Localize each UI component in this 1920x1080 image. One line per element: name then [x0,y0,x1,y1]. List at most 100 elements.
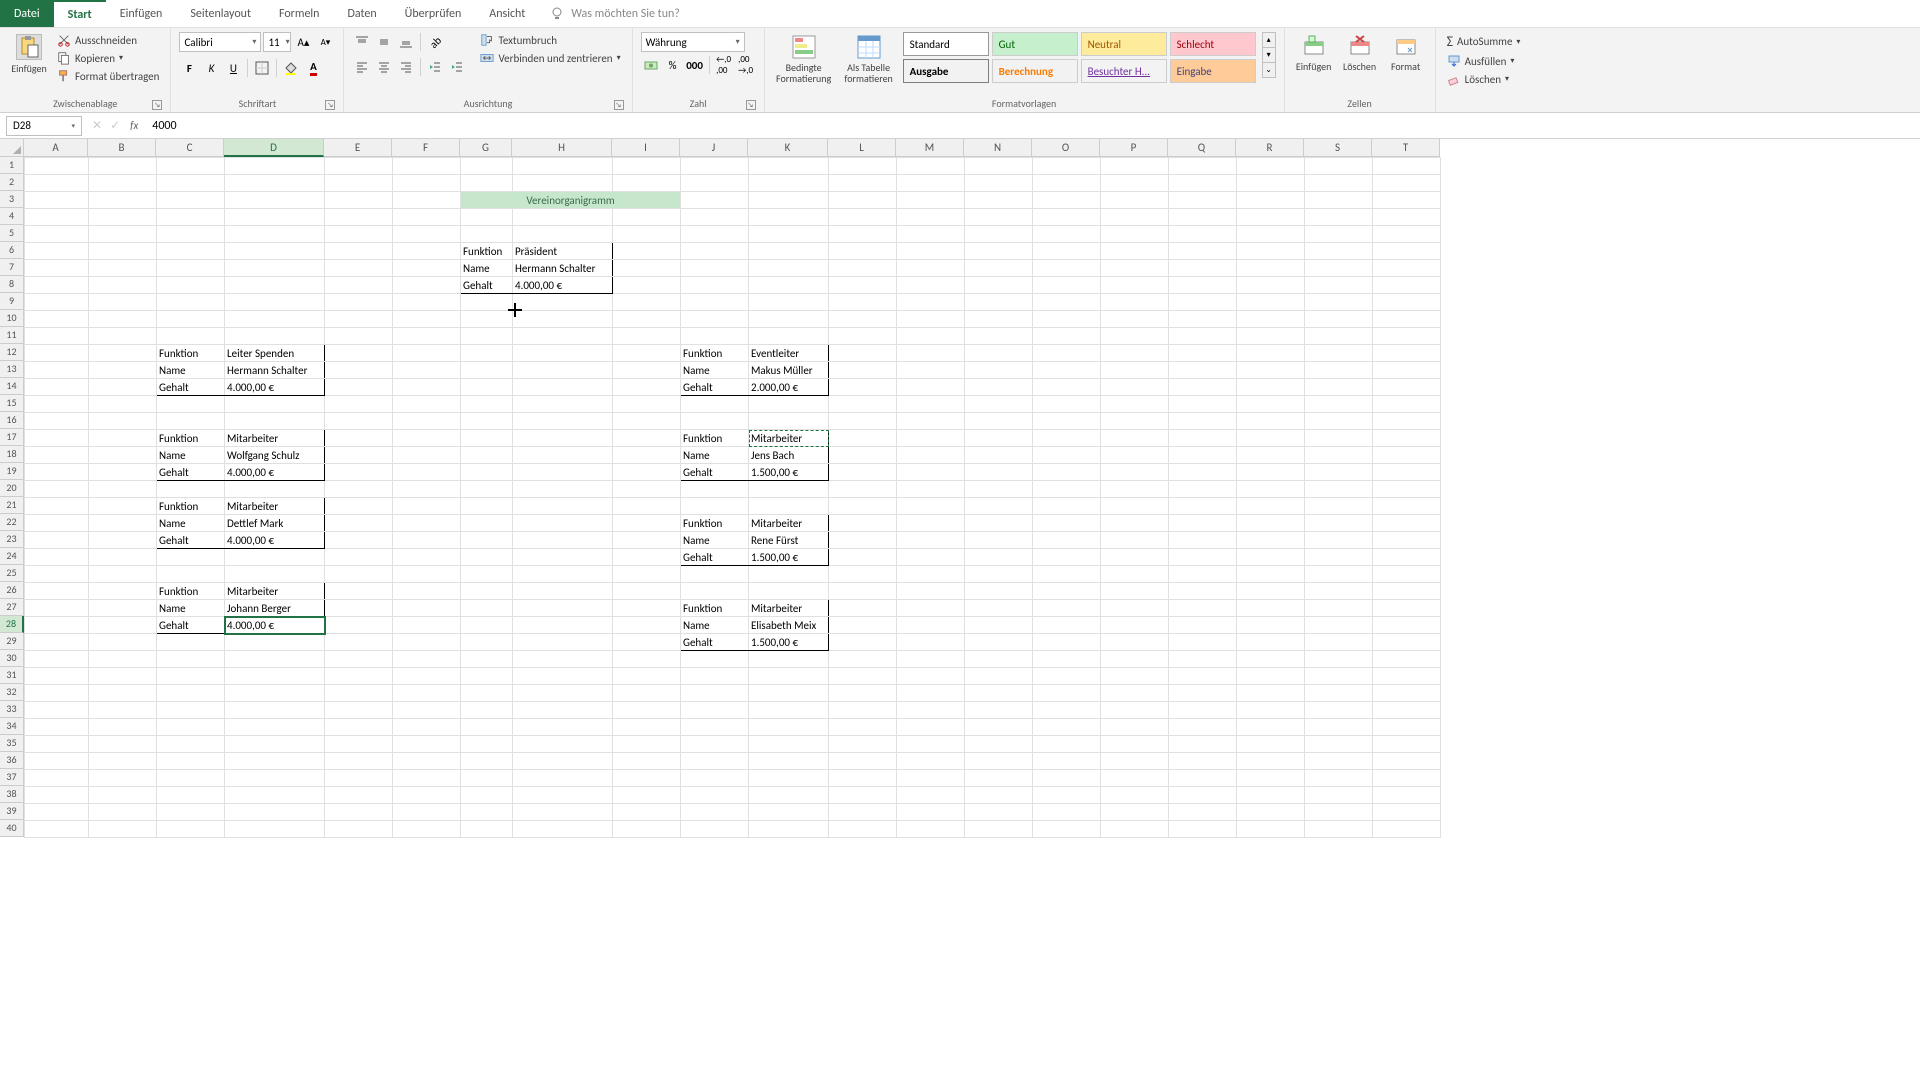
cell-K40[interactable] [749,821,829,838]
cell-O7[interactable] [1033,260,1101,277]
cell-B3[interactable] [89,192,157,209]
cell-H33[interactable] [513,702,613,719]
cell-A14[interactable] [25,379,89,396]
cell-O29[interactable] [1033,634,1101,651]
cell-A38[interactable] [25,787,89,804]
cell-T9[interactable] [1373,294,1441,311]
cell-T30[interactable] [1373,651,1441,668]
cell-C11[interactable] [157,328,225,345]
cell-L32[interactable] [829,685,897,702]
cell-I13[interactable] [613,362,681,379]
cell-Q17[interactable] [1169,430,1237,447]
row-header-19[interactable]: 19 [0,463,24,480]
cell-T21[interactable] [1373,498,1441,515]
cell-E20[interactable] [325,481,393,498]
cell-D10[interactable] [225,311,325,328]
cell-J14[interactable]: Gehalt [681,379,749,396]
cell-E38[interactable] [325,787,393,804]
cell-J22[interactable]: Funktion [681,515,749,532]
cell-C30[interactable] [157,651,225,668]
cell-S14[interactable] [1305,379,1373,396]
cell-Q38[interactable] [1169,787,1237,804]
fx-icon[interactable]: fx [130,119,138,132]
wrap-text-button[interactable]: Textumbruch [477,32,623,48]
cell-P25[interactable] [1101,566,1169,583]
cell-B33[interactable] [89,702,157,719]
cell-P3[interactable] [1101,192,1169,209]
cell-N30[interactable] [965,651,1033,668]
cell-F8[interactable] [393,277,461,294]
cell-Q29[interactable] [1169,634,1237,651]
clear-button[interactable]: Löschen▾ [1444,71,1524,87]
cell-O17[interactable] [1033,430,1101,447]
cell-N33[interactable] [965,702,1033,719]
cell-L34[interactable] [829,719,897,736]
cell-B35[interactable] [89,736,157,753]
row-header-15[interactable]: 15 [0,395,24,412]
cell-K10[interactable] [749,311,829,328]
cell-M5[interactable] [897,226,965,243]
cell-Q27[interactable] [1169,600,1237,617]
cell-A2[interactable] [25,175,89,192]
cell-L22[interactable] [829,515,897,532]
col-header-P[interactable]: P [1100,139,1168,157]
cell-J6[interactable] [681,243,749,260]
cell-Q18[interactable] [1169,447,1237,464]
cell-L23[interactable] [829,532,897,549]
cell-M3[interactable] [897,192,965,209]
cell-C24[interactable] [157,549,225,566]
cell-D21[interactable]: Mitarbeiter [225,498,325,515]
cell-F36[interactable] [393,753,461,770]
cell-H30[interactable] [513,651,613,668]
cell-K38[interactable] [749,787,829,804]
cell-A21[interactable] [25,498,89,515]
cell-T33[interactable] [1373,702,1441,719]
cell-E33[interactable] [325,702,393,719]
cell-M37[interactable] [897,770,965,787]
cell-O30[interactable] [1033,651,1101,668]
cell-R6[interactable] [1237,243,1305,260]
cell-O15[interactable] [1033,396,1101,413]
cell-C5[interactable] [157,226,225,243]
cell-F12[interactable] [393,345,461,362]
cell-H18[interactable] [513,447,613,464]
cell-N13[interactable] [965,362,1033,379]
cell-M39[interactable] [897,804,965,821]
cell-G10[interactable] [461,311,513,328]
cell-B7[interactable] [89,260,157,277]
cell-B10[interactable] [89,311,157,328]
cell-K34[interactable] [749,719,829,736]
cell-Q3[interactable] [1169,192,1237,209]
cell-J29[interactable]: Gehalt [681,634,749,651]
cell-P23[interactable] [1101,532,1169,549]
cell-S35[interactable] [1305,736,1373,753]
cell-B28[interactable] [89,617,157,634]
cell-B5[interactable] [89,226,157,243]
align-right-button[interactable] [396,57,416,77]
cell-G7[interactable]: Name [461,260,513,277]
cell-H34[interactable] [513,719,613,736]
row-header-35[interactable]: 35 [0,735,24,752]
cell-M25[interactable] [897,566,965,583]
cell-I5[interactable] [613,226,681,243]
cell-H12[interactable] [513,345,613,362]
cell-J12[interactable]: Funktion [681,345,749,362]
row-header-13[interactable]: 13 [0,361,24,378]
cell-T14[interactable] [1373,379,1441,396]
cell-A39[interactable] [25,804,89,821]
cell-A20[interactable] [25,481,89,498]
cell-D13[interactable]: Hermann Schalter [225,362,325,379]
cell-D33[interactable] [225,702,325,719]
cell-S26[interactable] [1305,583,1373,600]
row-header-17[interactable]: 17 [0,429,24,446]
cell-B9[interactable] [89,294,157,311]
cell-M10[interactable] [897,311,965,328]
cell-M4[interactable] [897,209,965,226]
cell-T35[interactable] [1373,736,1441,753]
cell-N29[interactable] [965,634,1033,651]
row-header-14[interactable]: 14 [0,378,24,395]
cell-H6[interactable]: Präsident [513,243,613,260]
align-left-button[interactable] [352,57,372,77]
cell-G31[interactable] [461,668,513,685]
cell-R36[interactable] [1237,753,1305,770]
